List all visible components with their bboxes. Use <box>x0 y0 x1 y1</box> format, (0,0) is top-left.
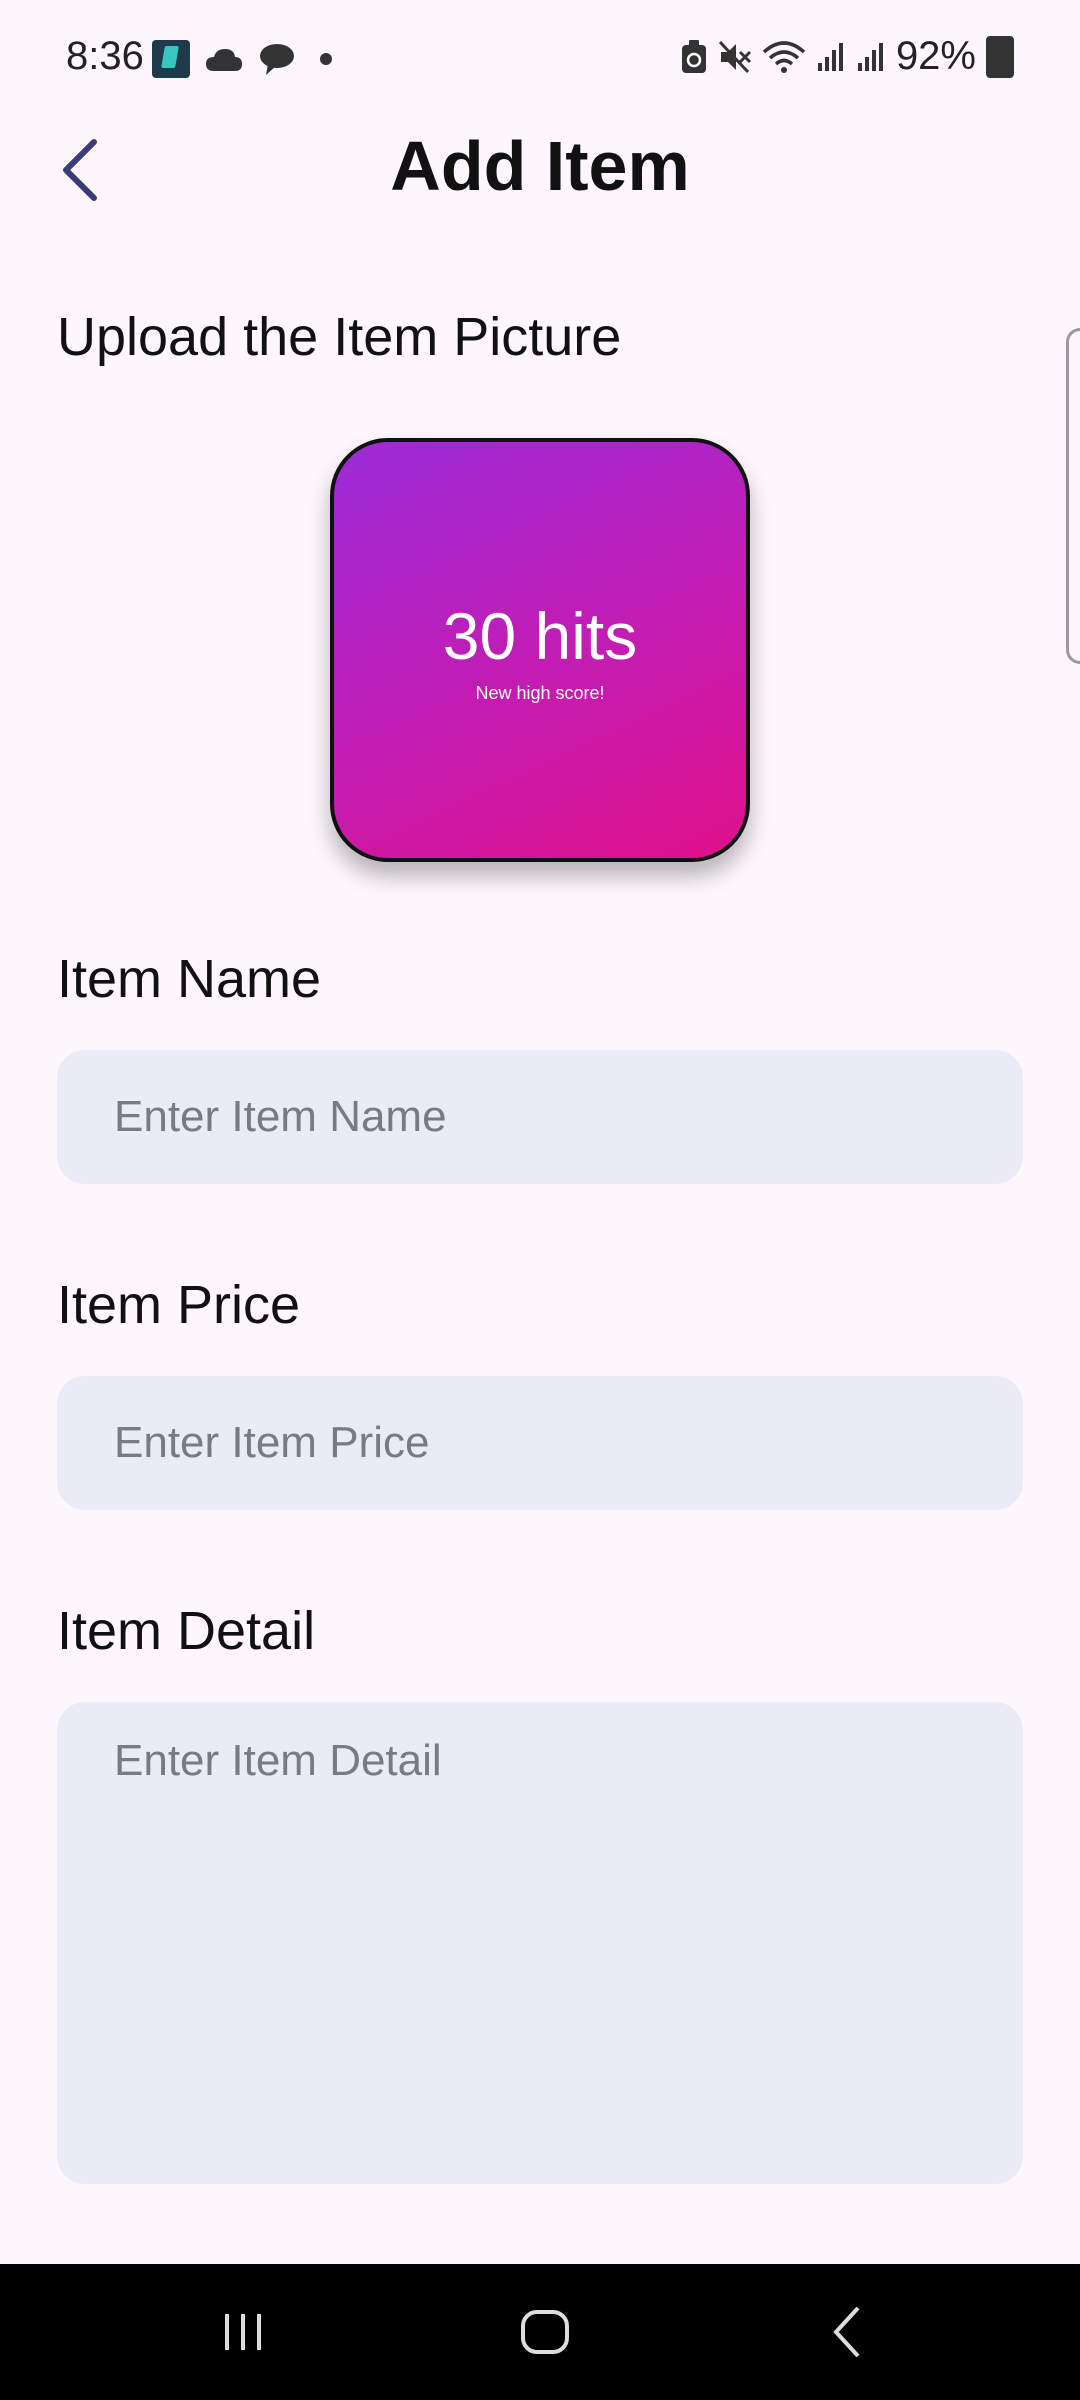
signal-icon <box>817 42 843 71</box>
picture-preview-subtitle: New high score! <box>475 682 605 703</box>
home-icon <box>521 2310 569 2354</box>
item-picture-picker[interactable]: 30 hits New high score! <box>330 438 750 862</box>
cloud-icon <box>206 49 242 71</box>
recycle-icon <box>681 39 706 73</box>
item-price-input[interactable] <box>57 1376 1023 1510</box>
nav-back-button[interactable] <box>768 2264 928 2400</box>
item-name-label: Item Name <box>57 949 322 1009</box>
battery-percent: 92% <box>895 34 976 78</box>
picture-preview-title: 30 hits <box>442 598 638 673</box>
upload-picture-label: Upload the Item Picture <box>57 307 622 367</box>
recent-apps-button[interactable] <box>163 2264 323 2400</box>
app-icon <box>152 40 190 78</box>
system-icons: 92% <box>680 34 1014 79</box>
wifi-icon <box>762 40 806 73</box>
home-button[interactable] <box>465 2264 625 2400</box>
notification-icons <box>152 40 332 78</box>
status-bar: 8:36 92% <box>0 0 1080 120</box>
edge-panel-handle[interactable] <box>1066 328 1080 664</box>
notification-dot-icon <box>320 53 332 65</box>
system-nav-bar <box>0 2264 1080 2400</box>
item-price-label: Item Price <box>57 1275 301 1335</box>
battery-icon <box>986 35 1014 78</box>
item-detail-textarea[interactable] <box>57 1702 1023 2184</box>
item-detail-label: Item Detail <box>57 1601 316 1661</box>
page-title: Add Item <box>390 127 690 205</box>
status-time: 8:36 <box>66 34 144 78</box>
back-icon <box>833 2306 860 2358</box>
signal-icon <box>857 42 883 71</box>
item-name-input[interactable] <box>57 1050 1023 1184</box>
chat-icon <box>260 44 294 75</box>
recent-apps-icon <box>225 2314 261 2350</box>
mute-icon <box>718 40 751 73</box>
